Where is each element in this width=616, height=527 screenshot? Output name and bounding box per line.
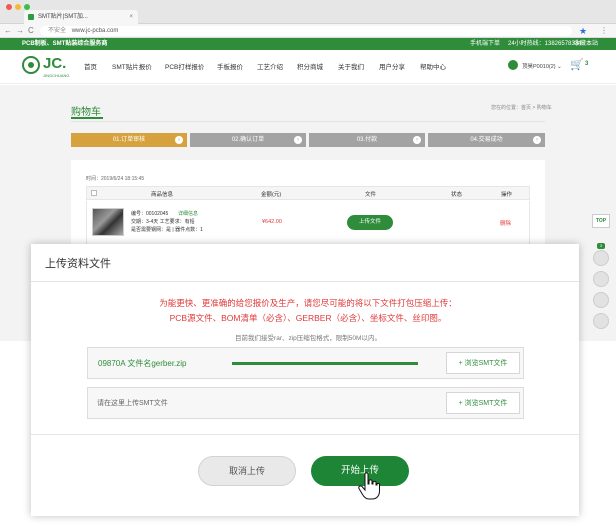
nav-about[interactable]: 关于我们 (338, 61, 364, 71)
tab-close-icon[interactable]: × (129, 10, 133, 24)
sidebar-mobile-icon[interactable] (593, 271, 609, 287)
header-amount: 金额(元) (261, 192, 282, 198)
close-window-icon[interactable] (6, 4, 12, 10)
product-stencil: 是否需要钢网：是 | 器件点数：1 (131, 227, 203, 233)
logo-subtext: JINGCHUANG (43, 73, 70, 78)
dialog-title: 上传资料文件 (45, 258, 111, 270)
step-arrow-icon: › (533, 136, 541, 144)
browse-smt-file-button[interactable]: + 浏览SMT文件 (446, 352, 520, 374)
upload-progress-bar (232, 362, 418, 365)
step-confirm-order: 02.确认订单 › (190, 133, 306, 147)
minimize-window-icon[interactable] (15, 4, 21, 10)
mobile-order-link[interactable]: 手机端下单 (470, 38, 500, 50)
product-thumbnail (92, 208, 124, 236)
cancel-upload-button[interactable]: 取消上传 (198, 456, 296, 486)
product-code: 编号：00102045 (131, 211, 169, 217)
nav-prototype-quote[interactable]: 手板报价 (217, 61, 243, 71)
delete-link[interactable]: 删除 (500, 219, 511, 227)
browser-menu-icon[interactable]: ⋮ (600, 25, 608, 37)
browser-tab-bar: SMT贴片|SMT加... × (0, 0, 616, 24)
user-name-menu[interactable]: 顶昊P0010(2) ⌄ (522, 62, 562, 70)
site-top-bar: PCB制板、SMT贴装综合服务商 手机端下单 24小时热线：1382657833… (0, 38, 616, 50)
nav-pcb-quote[interactable]: PCB打样报价 (165, 61, 204, 71)
url-text: www.jc-pcba.com (71, 28, 119, 34)
step-arrow-icon: › (413, 136, 421, 144)
step-label: 04.交易成功 (470, 137, 503, 143)
forward-icon[interactable]: → (16, 25, 24, 37)
back-icon[interactable]: ← (4, 25, 12, 37)
step-arrow-icon: › (294, 136, 302, 144)
step-label: 03.付款 (356, 137, 378, 143)
back-to-top-button[interactable]: TOP (592, 214, 610, 228)
security-label: 不安全 (48, 28, 67, 34)
cart-icon[interactable]: 🛒 (570, 58, 584, 71)
nav-home[interactable]: 首页 (84, 61, 97, 71)
nav-points-mall[interactable]: 积分商城 (297, 61, 323, 71)
table-header: 商品信息 金额(元) 文件 状态 操作 (86, 186, 530, 200)
browse-smt-file-button-2[interactable]: + 浏览SMT文件 (446, 392, 520, 414)
hand-cursor-icon (358, 472, 380, 500)
header-action: 操作 (501, 192, 513, 198)
reload-icon[interactable]: C (28, 25, 34, 37)
upload-placeholder[interactable]: 请在这里上传SMT文件 (97, 398, 168, 408)
header-file: 文件 (365, 192, 377, 198)
step-label: 02.确认订单 (231, 137, 265, 143)
dialog-footer-divider (31, 434, 579, 435)
breadcrumb: 您在的位置：首页 > 购物车 (491, 105, 552, 111)
nav-help[interactable]: 帮助中心 (420, 61, 446, 71)
browser-tab[interactable]: SMT贴片|SMT加... × (24, 10, 138, 24)
notice-line-1: 为能更快、更准确的给您报价及生产，请您尽可能的将以下文件打包压缩上传： (159, 298, 457, 308)
url-field[interactable]: 不安全 www.jc-pcba.com (40, 26, 572, 36)
select-all-checkbox[interactable] (91, 190, 97, 196)
site-favicon-icon (28, 14, 34, 20)
upload-file-button[interactable]: 上传文件 (347, 215, 393, 230)
dialog-title-bar (31, 244, 579, 282)
favorite-link[interactable]: 收藏本站 (574, 38, 598, 50)
notice-line-2: PCB源文件、BOM清单（必含）、GERBER（必含）、坐标文件、丝印图。 (169, 313, 447, 323)
item-price: ¥642.00 (262, 219, 282, 225)
step-arrow-icon: › (175, 136, 183, 144)
upload-dialog (31, 244, 579, 516)
order-time: 时间：2019/6/24 18:15:45 (86, 176, 145, 182)
cart-count: 3 (585, 61, 589, 67)
site-header: JC. JINGCHUANG 首页 SMT贴片报价 PCB打样报价 手板报价 工… (0, 50, 616, 84)
product-delivery: 交期：3-4天 工艺要求：有铅 (131, 219, 195, 225)
step-payment: 03.付款 › (309, 133, 425, 147)
header-product-info: 商品信息 (151, 192, 174, 198)
tab-title: SMT贴片|SMT加... (38, 14, 88, 20)
bookmark-star-icon[interactable]: ★ (579, 25, 587, 37)
logo-text[interactable]: JC. (43, 55, 66, 72)
nav-user-share[interactable]: 用户分享 (379, 61, 405, 71)
hotline-text: 24小时热线：13826578334 (508, 41, 582, 47)
logo-icon[interactable] (22, 56, 40, 74)
sidebar-cart-icon[interactable] (593, 250, 609, 266)
header-status: 状态 (451, 192, 463, 198)
title-underline (71, 117, 103, 119)
user-avatar-icon[interactable] (508, 60, 518, 70)
step-order-review: 01.订单审核 › (71, 133, 187, 147)
nav-smt-quote[interactable]: SMT贴片报价 (112, 61, 152, 71)
address-bar-row: ← → C 不安全 www.jc-pcba.com ★ ⋮ (0, 24, 616, 38)
step-label: 01.订单审核 (112, 137, 146, 143)
sidebar-badge: 3 (597, 243, 605, 249)
uploaded-file-name: 09870A 文件名gerber.zip (98, 359, 187, 368)
site-slogan: PCB制板、SMT贴装综合服务商 (22, 41, 108, 47)
page-title: 购物车 (71, 107, 101, 118)
detail-link[interactable]: 详细信息 (178, 210, 198, 217)
step-complete: 04.交易成功 › (428, 133, 545, 147)
notice-format-hint: 目前我们接受rar、zip压缩包格式，限制50M以内。 (235, 335, 381, 342)
divider (71, 121, 545, 122)
nav-process[interactable]: 工艺介绍 (257, 61, 283, 71)
